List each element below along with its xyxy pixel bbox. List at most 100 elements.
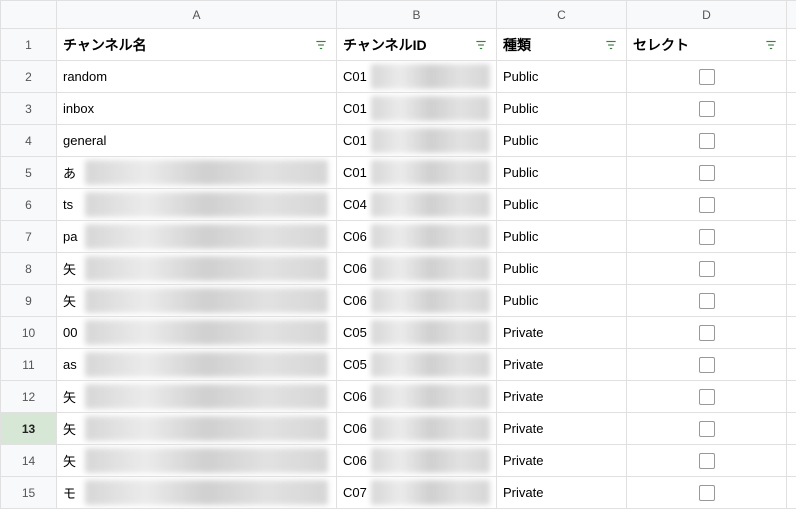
header-cell-C[interactable]: 種類: [497, 29, 627, 61]
row-header[interactable]: 14: [1, 445, 57, 477]
row-header[interactable]: 7: [1, 221, 57, 253]
cell-channel-id[interactable]: C05: [337, 349, 497, 381]
cell-channel-name[interactable]: 矢: [57, 381, 337, 413]
cell-select[interactable]: [627, 253, 787, 285]
filter-icon[interactable]: [762, 36, 780, 54]
cell-channel-id[interactable]: C06: [337, 413, 497, 445]
cell-channel-name[interactable]: あ: [57, 157, 337, 189]
cell-select[interactable]: [627, 221, 787, 253]
checkbox[interactable]: [699, 389, 715, 405]
cell-select[interactable]: [627, 477, 787, 509]
cell-type[interactable]: Private: [497, 413, 627, 445]
redacted-region: [85, 416, 328, 441]
cell-select[interactable]: [627, 157, 787, 189]
cell-channel-id[interactable]: C06: [337, 253, 497, 285]
cell-channel-name[interactable]: モ: [57, 477, 337, 509]
cell-select[interactable]: [627, 349, 787, 381]
cell-channel-id[interactable]: C04: [337, 189, 497, 221]
checkbox[interactable]: [699, 293, 715, 309]
cell-channel-id[interactable]: C01: [337, 93, 497, 125]
row-header[interactable]: 8: [1, 253, 57, 285]
cell-type[interactable]: Private: [497, 381, 627, 413]
cell-select[interactable]: [627, 317, 787, 349]
checkbox[interactable]: [699, 197, 715, 213]
cell-channel-name[interactable]: inbox: [57, 93, 337, 125]
cell-type[interactable]: Public: [497, 125, 627, 157]
cell-select[interactable]: [627, 189, 787, 221]
checkbox[interactable]: [699, 261, 715, 277]
cell-type[interactable]: Private: [497, 477, 627, 509]
checkbox[interactable]: [699, 325, 715, 341]
row-header[interactable]: 1: [1, 29, 57, 61]
checkbox[interactable]: [699, 485, 715, 501]
row-header[interactable]: 3: [1, 93, 57, 125]
cell-type[interactable]: Private: [497, 445, 627, 477]
col-header-A[interactable]: A: [57, 1, 337, 29]
cell-channel-name[interactable]: pa: [57, 221, 337, 253]
checkbox[interactable]: [699, 357, 715, 373]
filter-icon[interactable]: [472, 36, 490, 54]
cell-channel-name[interactable]: general: [57, 125, 337, 157]
cell-type[interactable]: Private: [497, 349, 627, 381]
cell-channel-id[interactable]: C05: [337, 317, 497, 349]
cell-channel-name[interactable]: 矢: [57, 285, 337, 317]
row-header[interactable]: 4: [1, 125, 57, 157]
cell-type[interactable]: Public: [497, 189, 627, 221]
header-cell-A[interactable]: チャンネル名: [57, 29, 337, 61]
checkbox[interactable]: [699, 133, 715, 149]
row-header[interactable]: 9: [1, 285, 57, 317]
row-header[interactable]: 6: [1, 189, 57, 221]
cell-channel-id[interactable]: C06: [337, 381, 497, 413]
checkbox[interactable]: [699, 101, 715, 117]
cell-select[interactable]: [627, 381, 787, 413]
cell-type[interactable]: Public: [497, 253, 627, 285]
cell-channel-name[interactable]: random: [57, 61, 337, 93]
checkbox[interactable]: [699, 229, 715, 245]
cell-channel-id[interactable]: C06: [337, 221, 497, 253]
cell-channel-name[interactable]: ts: [57, 189, 337, 221]
row-header[interactable]: 12: [1, 381, 57, 413]
cell-channel-name[interactable]: 矢: [57, 253, 337, 285]
filter-icon[interactable]: [312, 36, 330, 54]
row-header[interactable]: 2: [1, 61, 57, 93]
cell-channel-name[interactable]: as: [57, 349, 337, 381]
col-header-D[interactable]: D: [627, 1, 787, 29]
row-header[interactable]: 15: [1, 477, 57, 509]
cell-select[interactable]: [627, 125, 787, 157]
cell-type[interactable]: Public: [497, 221, 627, 253]
cell-text: C05: [343, 357, 367, 372]
cell-channel-id[interactable]: C06: [337, 445, 497, 477]
row-header[interactable]: 5: [1, 157, 57, 189]
cell-channel-id[interactable]: C01: [337, 61, 497, 93]
cell-select[interactable]: [627, 445, 787, 477]
checkbox[interactable]: [699, 421, 715, 437]
cell-channel-id[interactable]: C01: [337, 157, 497, 189]
row-header[interactable]: 10: [1, 317, 57, 349]
filter-icon[interactable]: [602, 36, 620, 54]
cell-type[interactable]: Public: [497, 285, 627, 317]
cell-select[interactable]: [627, 413, 787, 445]
cell-channel-id[interactable]: C01: [337, 125, 497, 157]
cell-channel-name[interactable]: 00: [57, 317, 337, 349]
cell-select[interactable]: [627, 93, 787, 125]
cell-channel-id[interactable]: C06: [337, 285, 497, 317]
cell-select[interactable]: [627, 285, 787, 317]
cell-select[interactable]: [627, 61, 787, 93]
header-label: 種類: [503, 35, 531, 55]
row-header[interactable]: 13: [1, 413, 57, 445]
cell-channel-id[interactable]: C07: [337, 477, 497, 509]
checkbox[interactable]: [699, 165, 715, 181]
header-cell-D[interactable]: セレクト: [627, 29, 787, 61]
header-cell-B[interactable]: チャンネルID: [337, 29, 497, 61]
row-header[interactable]: 11: [1, 349, 57, 381]
col-header-C[interactable]: C: [497, 1, 627, 29]
checkbox[interactable]: [699, 69, 715, 85]
cell-channel-name[interactable]: 矢: [57, 413, 337, 445]
cell-channel-name[interactable]: 矢: [57, 445, 337, 477]
col-header-B[interactable]: B: [337, 1, 497, 29]
cell-type[interactable]: Public: [497, 157, 627, 189]
cell-type[interactable]: Private: [497, 317, 627, 349]
cell-type[interactable]: Public: [497, 61, 627, 93]
checkbox[interactable]: [699, 453, 715, 469]
cell-type[interactable]: Public: [497, 93, 627, 125]
